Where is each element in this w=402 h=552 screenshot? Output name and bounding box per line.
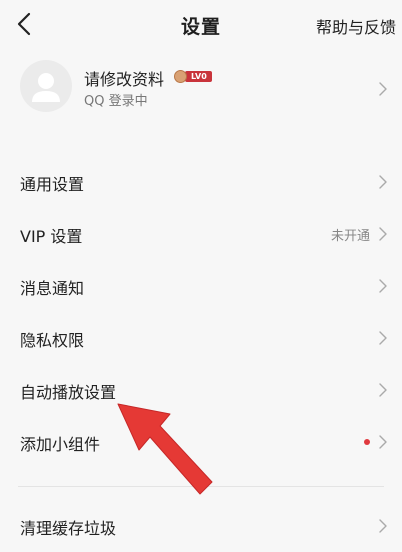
menu-item-label: VIP 设置 <box>20 227 83 246</box>
chevron-right-icon <box>379 519 387 533</box>
chevron-right-icon <box>379 227 387 241</box>
chevron-right-icon <box>379 435 387 449</box>
login-status: QQ 登录中 <box>84 94 148 109</box>
coin-icon <box>174 69 187 83</box>
help-feedback-link[interactable]: 帮助与反馈 <box>316 14 396 38</box>
section-divider <box>18 486 384 487</box>
avatar[interactable] <box>20 60 72 112</box>
menu-item-label: 自动播放设置 <box>20 383 117 402</box>
chevron-right-icon <box>379 82 387 96</box>
menu-item-clear-cache[interactable]: 清理缓存垃圾 <box>0 500 402 552</box>
menu-item-add-widget[interactable]: 添加小组件 <box>0 416 402 468</box>
chevron-right-icon <box>379 175 387 189</box>
profile-row[interactable]: 请修改资料 LV0 QQ 登录中 <box>0 52 402 126</box>
menu-item-label: 隐私权限 <box>20 331 85 350</box>
level-label: LV0 <box>185 70 212 82</box>
chevron-right-icon <box>379 331 387 345</box>
menu-item-general-settings[interactable]: 通用设置 <box>0 156 402 208</box>
menu-item-label: 通用设置 <box>20 175 85 194</box>
menu-item-privacy[interactable]: 隐私权限 <box>0 312 402 364</box>
menu-item-label: 消息通知 <box>20 279 85 298</box>
profile-name: 请修改资料 <box>84 70 165 89</box>
menu-item-vip-settings[interactable]: VIP 设置 未开通 <box>0 208 402 260</box>
menu-item-label: 添加小组件 <box>20 435 101 454</box>
menu-item-notifications[interactable]: 消息通知 <box>0 260 402 312</box>
top-bar: 设置 帮助与反馈 <box>0 0 402 48</box>
chevron-right-icon <box>379 279 387 293</box>
menu-item-autoplay-settings[interactable]: 自动播放设置 <box>0 364 402 416</box>
level-badge: LV0 <box>174 69 212 83</box>
vip-status-value: 未开通 <box>330 229 370 244</box>
new-badge-dot <box>364 439 370 445</box>
chevron-right-icon <box>379 383 387 397</box>
default-avatar-icon <box>32 73 60 102</box>
menu-item-label: 清理缓存垃圾 <box>20 519 117 538</box>
